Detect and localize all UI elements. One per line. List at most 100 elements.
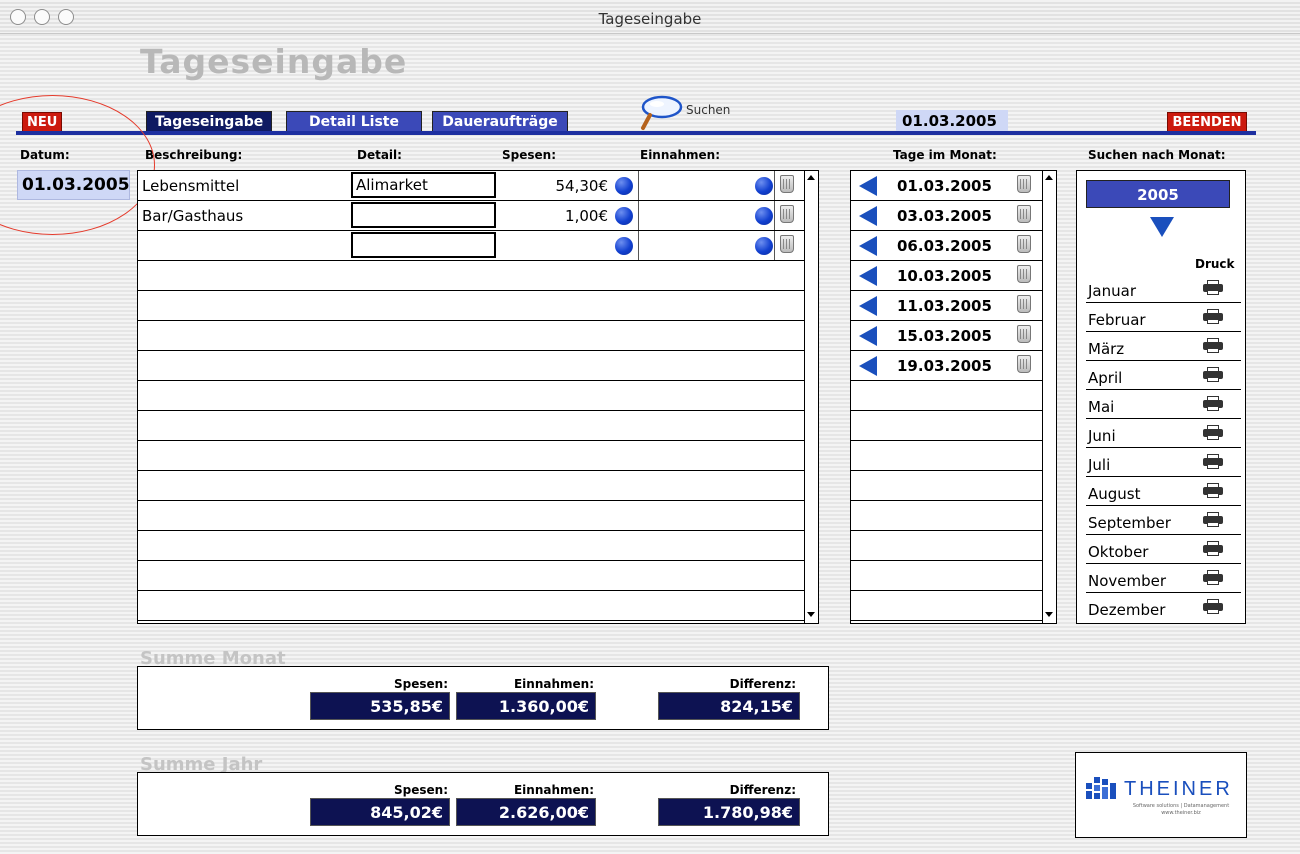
table-row[interactable] — [138, 441, 814, 471]
table-row[interactable] — [138, 411, 814, 441]
table-row[interactable]: Lebensmittel Alimarket 54,30€ — [138, 171, 814, 201]
select-day-arrow-icon[interactable] — [859, 296, 877, 316]
day-row[interactable]: 11.03.2005 — [851, 291, 1042, 321]
month-row-dezember[interactable]: Dezember — [1086, 593, 1241, 622]
table-row[interactable] — [138, 231, 814, 261]
select-day-arrow-icon[interactable] — [859, 326, 877, 346]
day-label[interactable]: 01.03.2005 — [897, 177, 992, 195]
year-dropdown-arrow-icon[interactable] — [1150, 217, 1174, 237]
search-icon[interactable] — [640, 94, 686, 132]
printer-icon[interactable] — [1203, 425, 1223, 441]
select-day-arrow-icon[interactable] — [859, 356, 877, 376]
printer-icon[interactable] — [1203, 338, 1223, 354]
month-label[interactable]: Januar — [1088, 282, 1136, 300]
table-row[interactable] — [138, 381, 814, 411]
trash-icon[interactable] — [1017, 235, 1031, 253]
day-row[interactable]: 03.03.2005 — [851, 201, 1042, 231]
trash-icon[interactable] — [780, 205, 794, 223]
printer-icon[interactable] — [1203, 599, 1223, 615]
select-day-arrow-icon[interactable] — [859, 236, 877, 256]
table-row[interactable] — [138, 261, 814, 291]
printer-icon[interactable] — [1203, 454, 1223, 470]
table-row[interactable]: Bar/Gasthaus 1,00€ — [138, 201, 814, 231]
printer-icon[interactable] — [1203, 512, 1223, 528]
day-label[interactable]: 11.03.2005 — [897, 297, 992, 315]
table-row[interactable] — [138, 501, 814, 531]
detail-field[interactable]: Alimarket — [351, 172, 496, 198]
spesen-button-icon[interactable] — [615, 207, 633, 225]
month-label[interactable]: April — [1088, 369, 1122, 387]
trash-icon[interactable] — [1017, 205, 1031, 223]
select-day-arrow-icon[interactable] — [859, 266, 877, 286]
month-row-februar[interactable]: Februar — [1086, 303, 1241, 332]
printer-icon[interactable] — [1203, 483, 1223, 499]
detail-field[interactable] — [351, 232, 496, 258]
beschreibung-cell[interactable]: Lebensmittel — [142, 177, 239, 195]
table-row[interactable] — [138, 531, 814, 561]
scroll-up-icon[interactable] — [807, 175, 815, 180]
printer-icon[interactable] — [1203, 396, 1223, 412]
search-label[interactable]: Suchen — [686, 103, 730, 117]
month-row-oktober[interactable]: Oktober — [1086, 535, 1241, 564]
month-label[interactable]: September — [1088, 514, 1171, 532]
month-row-mai[interactable]: Mai — [1086, 390, 1241, 419]
scroll-down-icon[interactable] — [1045, 612, 1053, 617]
printer-icon[interactable] — [1203, 309, 1223, 325]
beschreibung-cell[interactable]: Bar/Gasthaus — [142, 207, 243, 225]
printer-icon[interactable] — [1203, 367, 1223, 383]
table-row[interactable] — [138, 471, 814, 501]
days-scrollbar[interactable] — [1042, 171, 1056, 623]
select-day-arrow-icon[interactable] — [859, 176, 877, 196]
month-label[interactable]: Juli — [1088, 456, 1110, 474]
printer-icon[interactable] — [1203, 541, 1223, 557]
table-row[interactable] — [138, 321, 814, 351]
month-row-maerz[interactable]: März — [1086, 332, 1241, 361]
trash-icon[interactable] — [1017, 175, 1031, 193]
detail-field[interactable] — [351, 202, 496, 228]
day-row[interactable]: 06.03.2005 — [851, 231, 1042, 261]
tab-detail-liste[interactable]: Detail Liste — [286, 111, 422, 133]
month-row-juli[interactable]: Juli — [1086, 448, 1241, 477]
day-label[interactable]: 10.03.2005 — [897, 267, 992, 285]
table-row[interactable] — [138, 591, 814, 621]
einnahmen-button-icon[interactable] — [755, 237, 773, 255]
trash-icon[interactable] — [1017, 355, 1031, 373]
month-row-november[interactable]: November — [1086, 564, 1241, 593]
table-row[interactable] — [138, 561, 814, 591]
day-row[interactable]: 19.03.2005 — [851, 351, 1042, 381]
spesen-cell[interactable]: 1,00€ — [508, 207, 608, 225]
day-row[interactable]: 15.03.2005 — [851, 321, 1042, 351]
entries-scrollbar[interactable] — [804, 171, 818, 623]
spesen-cell[interactable]: 54,30€ — [508, 177, 609, 195]
einnahmen-button-icon[interactable] — [755, 207, 773, 225]
tab-tageseingabe[interactable]: Tageseingabe — [146, 111, 273, 133]
day-label[interactable]: 15.03.2005 — [897, 327, 992, 345]
trash-icon[interactable] — [1017, 295, 1031, 313]
printer-icon[interactable] — [1203, 280, 1223, 296]
month-label[interactable]: November — [1088, 572, 1166, 590]
scroll-down-icon[interactable] — [807, 612, 815, 617]
day-label[interactable]: 19.03.2005 — [897, 357, 992, 375]
month-row-august[interactable]: August — [1086, 477, 1241, 506]
month-label[interactable]: Oktober — [1088, 543, 1148, 561]
trash-icon[interactable] — [1017, 325, 1031, 343]
table-row[interactable] — [138, 291, 814, 321]
day-label[interactable]: 06.03.2005 — [897, 237, 992, 255]
month-label[interactable]: Dezember — [1088, 601, 1165, 619]
month-row-juni[interactable]: Juni — [1086, 419, 1241, 448]
spesen-button-icon[interactable] — [615, 177, 633, 195]
trash-icon[interactable] — [780, 235, 794, 253]
month-label[interactable]: März — [1088, 340, 1124, 358]
table-row[interactable] — [138, 351, 814, 381]
trash-icon[interactable] — [780, 175, 794, 193]
day-row[interactable]: 10.03.2005 — [851, 261, 1042, 291]
month-label[interactable]: August — [1088, 485, 1141, 503]
month-row-september[interactable]: September — [1086, 506, 1241, 535]
einnahmen-button-icon[interactable] — [755, 177, 773, 195]
scroll-up-icon[interactable] — [1045, 175, 1053, 180]
trash-icon[interactable] — [1017, 265, 1031, 283]
tab-dauerauftraege[interactable]: Daueraufträge — [432, 111, 568, 133]
month-row-januar[interactable]: Januar — [1086, 274, 1241, 303]
day-label[interactable]: 03.03.2005 — [897, 207, 992, 225]
spesen-button-icon[interactable] — [615, 237, 633, 255]
